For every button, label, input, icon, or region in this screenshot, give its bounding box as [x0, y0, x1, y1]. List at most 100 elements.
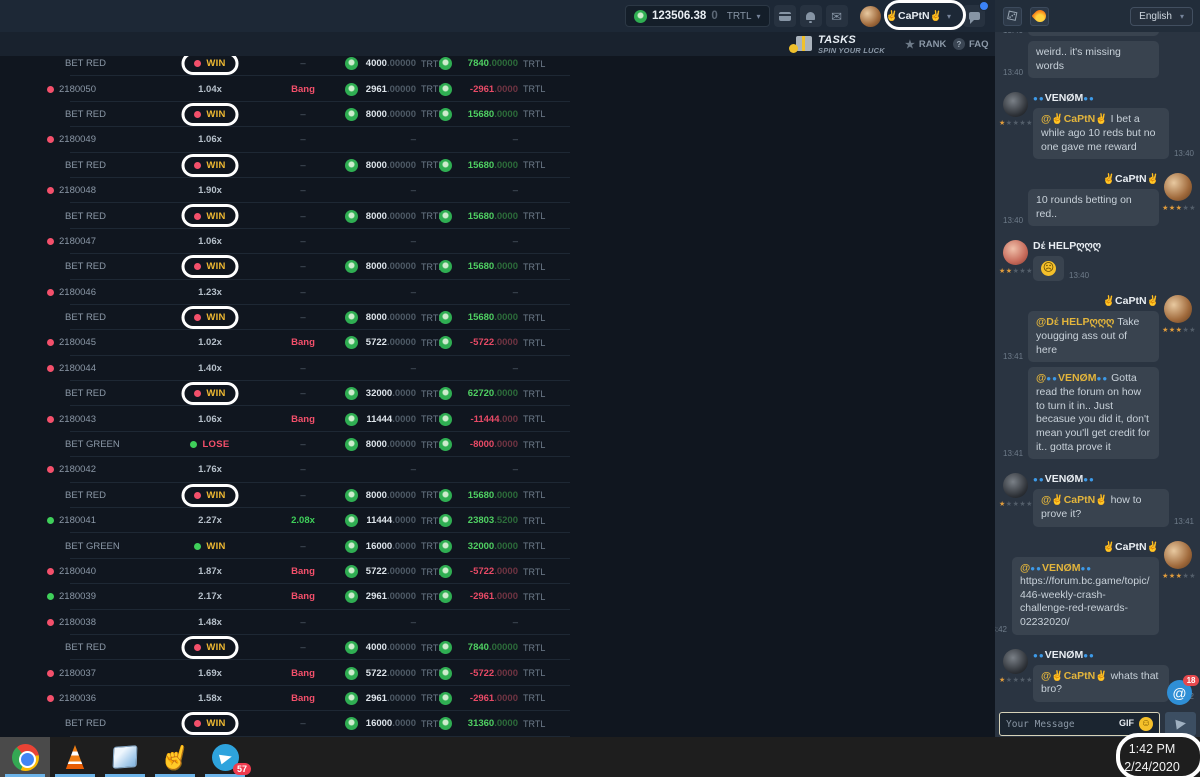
chat-username[interactable]: ●●VENØM●● — [1033, 473, 1194, 485]
bet-type-label: BET RED — [65, 109, 106, 120]
gif-button[interactable]: GIF — [1119, 718, 1134, 728]
table-row: 21800421.76x––– — [35, 457, 570, 482]
mention[interactable]: @●●VENØM●● — [1020, 562, 1151, 576]
bet-amount-cell: 2961.00000TRTL — [345, 686, 445, 711]
gift-icon[interactable] — [796, 36, 812, 51]
avatar[interactable] — [1003, 649, 1028, 674]
avatar[interactable] — [1003, 473, 1028, 498]
chat-toggle-button[interactable] — [963, 5, 985, 27]
user-stars: ★★★★★ — [999, 500, 1033, 508]
currency-coin-icon — [345, 413, 358, 426]
clock-time: 1:42 PM — [1108, 741, 1196, 759]
taskbar-app-vlc[interactable] — [50, 737, 100, 777]
currency-coin-icon — [439, 641, 452, 654]
bet-amount-cell: 11444.0000TRTL — [345, 508, 445, 533]
balance-dropdown[interactable]: 123506.380 TRTL ▾ — [625, 5, 770, 27]
round-id: 2180045 — [59, 337, 96, 348]
bet-type-label: BET RED — [65, 490, 106, 501]
result-label: WIN — [206, 109, 225, 120]
send-button[interactable] — [1165, 712, 1196, 736]
chat-username[interactable]: ●●VENØM●● — [1033, 649, 1194, 661]
notifications-button[interactable] — [800, 5, 822, 27]
table-row: BET GREENLOSE–8000.00000TRTL-8000.0000TR… — [35, 432, 570, 457]
timestamp: 13:40 — [1003, 216, 1023, 226]
table-row: 21800481.90x––– — [35, 178, 570, 203]
table-row: 21800501.04xBang2961.00000TRTL-2961.0000… — [35, 76, 570, 101]
emoji-button[interactable] — [1139, 717, 1153, 731]
result-dot — [194, 60, 201, 67]
taskbar-app-pointer[interactable]: ☝ — [150, 737, 200, 777]
multiplier: 1.04x — [198, 84, 222, 95]
currency-coin-icon — [439, 57, 452, 70]
chrome-icon — [12, 744, 39, 771]
chat-message: 13:40Win 10 rounds in a row betting 0.00… — [1003, 32, 1159, 36]
table-row: BET REDWIN–8000.00000TRTL15680.0000TRTL — [35, 254, 570, 279]
faq-label: FAQ — [969, 39, 989, 50]
mention[interactable]: @●●VENØM●● — [1036, 372, 1108, 384]
taskbar-app-chrome[interactable] — [0, 737, 50, 777]
currency-coin-icon — [345, 260, 358, 273]
round-id: 2180040 — [59, 566, 96, 577]
crash-result: 2.08x — [291, 515, 315, 526]
timestamp: 13:40 — [1003, 68, 1023, 78]
user-stars: ★★★★★ — [999, 267, 1033, 275]
user-stars: ★★★★★ — [1162, 572, 1196, 580]
mention[interactable]: @✌CaPtN✌ — [1041, 494, 1108, 506]
avatar[interactable] — [1003, 240, 1028, 265]
user-menu[interactable]: ✌CaPtN✌ ▾ — [852, 1, 959, 31]
chat-username[interactable]: ✌CaPtN✌ — [1003, 173, 1159, 185]
mention[interactable]: @Dέ HELPღღღ — [1036, 316, 1114, 328]
dice-game-button[interactable]: ⚂ — [1003, 7, 1022, 26]
table-row: 21800381.48x––– — [35, 610, 570, 635]
user-stars: ★★★★★ — [1162, 326, 1196, 334]
chat-username[interactable]: Dέ HELPღღღ — [1033, 240, 1194, 252]
chat-username[interactable]: ✌CaPtN✌ — [1003, 541, 1159, 553]
messages-button[interactable]: ✉ — [826, 5, 848, 27]
avatar[interactable] — [1164, 173, 1192, 201]
chevron-down-icon: ▾ — [947, 12, 951, 21]
profit-cell: -11444.000TRTL — [439, 406, 547, 431]
result-label: WIN — [206, 261, 225, 272]
profit-cell: – — [439, 280, 547, 305]
bet-type-label: BET GREEN — [65, 541, 120, 552]
mentions-button[interactable]: @ 18 — [1167, 680, 1192, 705]
round-id: 2180036 — [59, 693, 96, 704]
currency-coin-icon — [345, 590, 358, 603]
avatar[interactable] — [1164, 541, 1192, 569]
taskbar-clock[interactable]: 1:42 PM 2/24/2020 — [1108, 741, 1196, 776]
faq-link[interactable]: ? FAQ — [953, 32, 989, 56]
language-dropdown[interactable]: English ▾ — [1131, 8, 1192, 25]
profit-cell: 15680.0000TRTL — [439, 305, 547, 330]
chat-message-input[interactable] — [999, 712, 1160, 736]
chat-message-group: ★★★★★✌CaPtN✌13:41@Dέ HELPღღღ Take youggi… — [1003, 295, 1194, 464]
profit-cell: 23803.5200TRTL — [439, 508, 547, 533]
bet-amount-cell: 16000.0000TRTL — [345, 533, 445, 558]
result-dot — [190, 441, 197, 448]
chat-bubble: @✌CaPtN✌ I bet a while ago 10 reds but n… — [1033, 108, 1169, 159]
taskbar-app-telegram[interactable]: 57 — [200, 737, 250, 777]
result-label: WIN — [206, 160, 225, 171]
balance-amount: 123506.38 — [652, 10, 706, 22]
table-row: 21800361.58xBang2961.00000TRTL-2961.0000… — [35, 686, 570, 711]
currency-coin-icon — [439, 311, 452, 324]
mention[interactable]: @✌CaPtN✌ — [1041, 670, 1108, 682]
taskbar-app-notepad[interactable] — [100, 737, 150, 777]
result-label: WIN — [206, 388, 225, 399]
wallet-button[interactable] — [774, 5, 796, 27]
chat-username[interactable]: ✌CaPtN✌ — [1003, 295, 1159, 307]
round-id: 2180041 — [59, 515, 96, 526]
avatar[interactable] — [1164, 295, 1192, 323]
mention[interactable]: @✌CaPtN✌ — [1041, 113, 1108, 125]
tasks-widget[interactable]: TASKS SPIN YOUR LUCK — [818, 34, 885, 55]
chat-bubble-icon — [969, 12, 980, 20]
chat-username[interactable]: ●●VENØM●● — [1033, 92, 1194, 104]
avatar[interactable] — [1003, 92, 1028, 117]
table-row: BET REDWIN–32000.0000TRTL62720.0000TRTL — [35, 381, 570, 406]
chat-bubble: @✌CaPtN✌ how to prove it? — [1033, 489, 1169, 526]
username: ✌CaPtN✌ — [886, 10, 942, 22]
currency-coin-icon — [439, 489, 452, 502]
crash-game-button[interactable] — [1030, 7, 1049, 26]
multiplier: 1.69x — [198, 668, 222, 679]
result-dot — [194, 492, 201, 499]
rank-link[interactable]: ★ RANK — [905, 32, 946, 56]
